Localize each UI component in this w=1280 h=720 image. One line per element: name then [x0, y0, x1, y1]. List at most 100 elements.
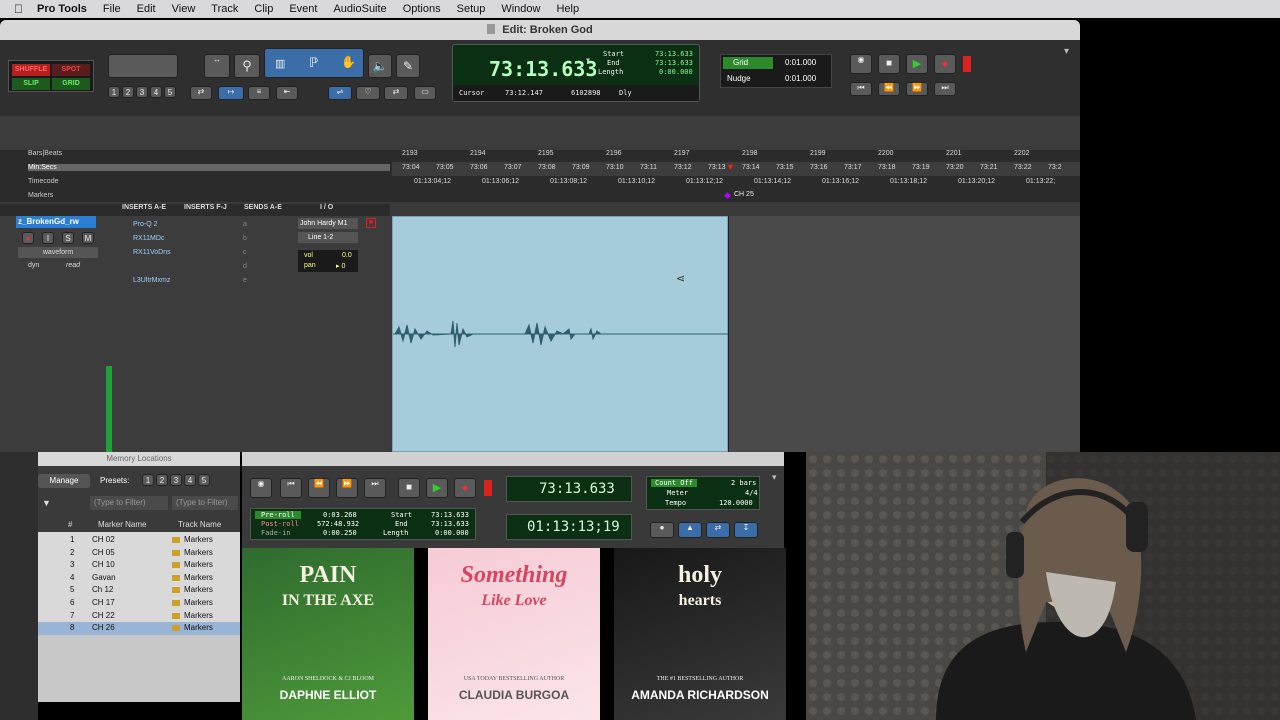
memory-preset-3[interactable]: 3 [170, 474, 182, 486]
zoom-preset-5[interactable]: 5 [164, 86, 176, 98]
fast-forward-button[interactable]: ⏩ [906, 82, 928, 96]
transport-length-value[interactable]: 0:00.000 [435, 529, 469, 537]
record-button[interactable]: ● [934, 54, 956, 74]
postroll-label[interactable]: Post-roll [255, 520, 299, 528]
transport-ff-button[interactable]: ⏩ [336, 478, 358, 498]
menu-setup[interactable]: Setup [449, 0, 494, 18]
menu-help[interactable]: Help [548, 0, 587, 18]
transport-counter-main[interactable]: 73:13.633 [506, 476, 632, 502]
meter-value[interactable]: 4/4 [745, 489, 758, 497]
mute-button[interactable]: M [82, 232, 94, 244]
send-slot-e[interactable]: e [240, 276, 247, 286]
preroll-label[interactable]: Pre-roll [255, 511, 301, 519]
automation-mode[interactable]: read [66, 262, 80, 269]
transport-rewind-button[interactable]: ⏪ [308, 478, 330, 498]
marker-filter-input[interactable]: (Type to Filter) [90, 496, 168, 510]
memory-preset-1[interactable]: 1 [142, 474, 154, 486]
menu-app-name[interactable]: Pro Tools [29, 0, 95, 18]
menu-window[interactable]: Window [493, 0, 548, 18]
list-item[interactable]: 6 CH 17 Markers [38, 597, 240, 610]
end-value[interactable]: 73:13.633 [655, 59, 693, 67]
menu-clip[interactable]: Clip [246, 0, 281, 18]
transport-menu-icon[interactable]: ▾ [772, 472, 777, 483]
zoom-controls[interactable] [108, 54, 178, 78]
list-item[interactable]: 1 CH 02 Markers [38, 534, 240, 547]
dyn-label[interactable]: dyn [28, 262, 39, 269]
playhead-icon[interactable]: ▼ [726, 162, 735, 172]
zoomer-tool-icon[interactable]: ↔ [204, 54, 230, 78]
list-item[interactable]: 7 CH 22 Markers [38, 610, 240, 623]
insert-slot-d[interactable] [130, 262, 133, 272]
universe-overview[interactable] [0, 116, 1080, 146]
list-item[interactable]: 4 Gavan Markers [38, 572, 240, 585]
send-slot-b[interactable]: b [240, 234, 247, 244]
track-rec-arm-icon[interactable]: ■ [366, 218, 376, 228]
insertion-follows-icon[interactable]: ⇤ [276, 86, 298, 100]
menu-options[interactable]: Options [395, 0, 449, 18]
stop-button[interactable]: ■ [878, 54, 900, 74]
memory-preset-4[interactable]: 4 [184, 474, 196, 486]
conductor-icon[interactable]: ↧ [734, 522, 758, 538]
shuffle-mode-button[interactable]: SHUFFLE [12, 64, 50, 76]
transport-online-icon[interactable]: ◉ [250, 478, 272, 498]
start-value[interactable]: 73:13.633 [655, 50, 693, 58]
magnifier-tool-icon[interactable]: ⚲ [234, 54, 260, 78]
send-slot-c[interactable]: c [240, 248, 247, 258]
col-name-header[interactable]: Marker Name [98, 520, 146, 529]
marker-label[interactable]: CH 25 [734, 191, 754, 198]
online-icon[interactable]: ◉ [850, 54, 872, 74]
menu-audiosuite[interactable]: AudioSuite [325, 0, 394, 18]
grid-label[interactable]: Grid [723, 57, 773, 69]
nudge-label[interactable]: Nudge [727, 74, 751, 83]
tab-to-transient-icon[interactable]: ↦ [218, 86, 244, 100]
mirror-midi-icon[interactable]: ≡ [248, 86, 270, 100]
pan-value[interactable]: ▸ 0 [336, 262, 345, 270]
main-counter-value[interactable]: 73:13.633 [489, 57, 597, 81]
fadein-label[interactable]: Fade-in [255, 529, 291, 537]
menu-track[interactable]: Track [203, 0, 246, 18]
vol-value[interactable]: 0.0 [342, 252, 352, 259]
send-slot-a[interactable]: a [240, 220, 247, 230]
insert-slot-b[interactable]: RX11MDc [130, 234, 164, 244]
wait-for-note-icon[interactable]: ● [650, 522, 674, 538]
transport-record-arm-icon[interactable] [484, 480, 492, 496]
grid-mode-button[interactable]: GRID [52, 78, 90, 90]
memory-preset-5[interactable]: 5 [198, 474, 210, 486]
link-timeline-icon[interactable]: ⇄ [190, 86, 212, 100]
spot-mode-button[interactable]: SPOT [52, 64, 90, 76]
count-off-value[interactable]: 2 bars [731, 479, 756, 487]
screen-icon[interactable]: ▭ [414, 86, 436, 100]
transport-rtz-button[interactable]: ⏮ [280, 478, 302, 498]
link-selection-icon[interactable]: ⇌ [328, 86, 352, 100]
send-slot-d[interactable]: d [240, 262, 247, 272]
zoom-preset-4[interactable]: 4 [150, 86, 162, 98]
go-to-end-button[interactable]: ⏭ [934, 82, 956, 96]
play-button[interactable]: ▶ [906, 54, 928, 74]
count-off-button[interactable]: Count Off [651, 479, 697, 487]
menu-event[interactable]: Event [281, 0, 325, 18]
menu-edit[interactable]: Edit [129, 0, 164, 18]
toolbar-menu-icon[interactable]: ▾ [1064, 46, 1069, 57]
counter-dropdown-icon[interactable]: ▾ [585, 55, 591, 66]
track-record-button[interactable]: ● [22, 232, 34, 244]
zoom-preset-1[interactable]: 1 [108, 86, 120, 98]
transport-stop-button[interactable]: ■ [398, 478, 420, 498]
transport-start-value[interactable]: 73:13.633 [431, 511, 469, 519]
marker-diamond-icon[interactable]: ◆ [724, 190, 731, 201]
midi-merge-icon[interactable]: ⇄ [706, 522, 730, 538]
transport-end-button[interactable]: ⏭ [364, 478, 386, 498]
list-item[interactable]: 5 Ch 12 Markers [38, 584, 240, 597]
fadein-value[interactable]: 0:00.250 [323, 529, 357, 537]
apple-icon[interactable]:  [0, 2, 29, 16]
menu-file[interactable]: File [95, 0, 129, 18]
sync-icon[interactable]: ⇄ [384, 86, 408, 100]
transport-record-button[interactable]: ● [454, 478, 476, 498]
filter-icon[interactable]: ▼ [42, 498, 51, 508]
edit-canvas[interactable]: ⋖ [392, 216, 1080, 452]
audio-clip[interactable] [392, 216, 729, 452]
insert-slot-c[interactable]: RX11VoDns [130, 248, 171, 258]
rewind-button[interactable]: ⏪ [878, 82, 900, 96]
pencil-tool-icon[interactable]: ✎ [396, 54, 420, 78]
zoom-preset-2[interactable]: 2 [122, 86, 134, 98]
metronome-icon[interactable]: ▲ [678, 522, 702, 538]
